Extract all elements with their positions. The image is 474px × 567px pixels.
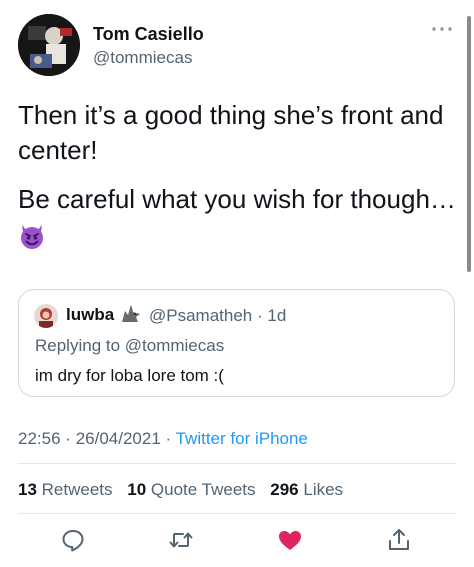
likes-stat[interactable]: 296 Likes	[270, 480, 343, 499]
divider-bottom	[18, 513, 456, 514]
tweet-metadata: 22:56 · 26/04/2021 · Twitter for iPhone	[18, 429, 308, 449]
quoted-separator: ·	[257, 306, 263, 325]
tweet-text-line-2: Be careful what you wish for though…	[18, 182, 458, 252]
likes-count: 296	[270, 480, 299, 499]
likes-label: Likes	[303, 480, 344, 499]
quote-tweets-count: 10	[127, 480, 147, 499]
quoted-replying-to: Replying to @tommiecas	[35, 336, 225, 355]
quoted-author-handle-and-time: @Psamatheh · 1d	[149, 306, 286, 326]
author-avatar[interactable]	[18, 14, 80, 76]
meta-separator-1: ·	[65, 429, 71, 448]
author-name[interactable]: Tom Casiello	[93, 24, 204, 45]
quote-tweets-label: Quote Tweets	[150, 480, 256, 499]
share-icon[interactable]	[385, 526, 413, 554]
heart-icon[interactable]	[276, 526, 304, 554]
tweet-detail-view: Tom Casiello @tommiecas Then it’s a good…	[0, 0, 474, 567]
retweet-icon[interactable]	[167, 526, 195, 554]
more-options-icon[interactable]	[430, 22, 454, 36]
tweet-text-line-2-text: Be careful what you wish for though…	[18, 184, 456, 214]
tweet-source-link[interactable]: Twitter for iPhone	[176, 429, 308, 448]
quoted-author-handle[interactable]: @Psamatheh	[149, 306, 252, 325]
author-handle[interactable]: @tommiecas	[93, 48, 192, 68]
tweet-date: 26/04/2021	[75, 429, 161, 448]
tweet-stats: 13 Retweets 10 Quote Tweets 296 Likes	[18, 480, 343, 500]
wolf-icon	[119, 303, 143, 325]
tweet-text-line-1: Then it’s a good thing she’s front and c…	[18, 100, 444, 165]
scrollbar[interactable]	[467, 16, 471, 272]
retweets-label: Retweets	[41, 480, 113, 499]
quoted-author-name[interactable]: luwba	[66, 305, 114, 325]
tweet-action-bar	[0, 526, 474, 556]
meta-separator-2: ·	[165, 429, 172, 448]
tweet-time: 22:56	[18, 429, 61, 448]
smiling-devil-emoji-icon	[18, 222, 46, 250]
quote-tweets-stat[interactable]: 10 Quote Tweets	[127, 480, 255, 499]
divider-top	[18, 463, 456, 464]
tweet-text: Then it’s a good thing she’s front and c…	[18, 98, 458, 266]
quoted-time: 1d	[267, 306, 287, 325]
quoted-tweet-card[interactable]: luwba @Psamatheh · 1d Replying to @tommi…	[18, 289, 455, 397]
quoted-tweet-text: im dry for loba lore tom :(	[35, 366, 224, 385]
quoted-author-avatar[interactable]	[34, 304, 58, 328]
reply-icon[interactable]	[59, 526, 87, 554]
retweets-stat[interactable]: 13 Retweets	[18, 480, 113, 499]
retweets-count: 13	[18, 480, 37, 499]
tweet-header: Tom Casiello @tommiecas	[18, 14, 458, 78]
